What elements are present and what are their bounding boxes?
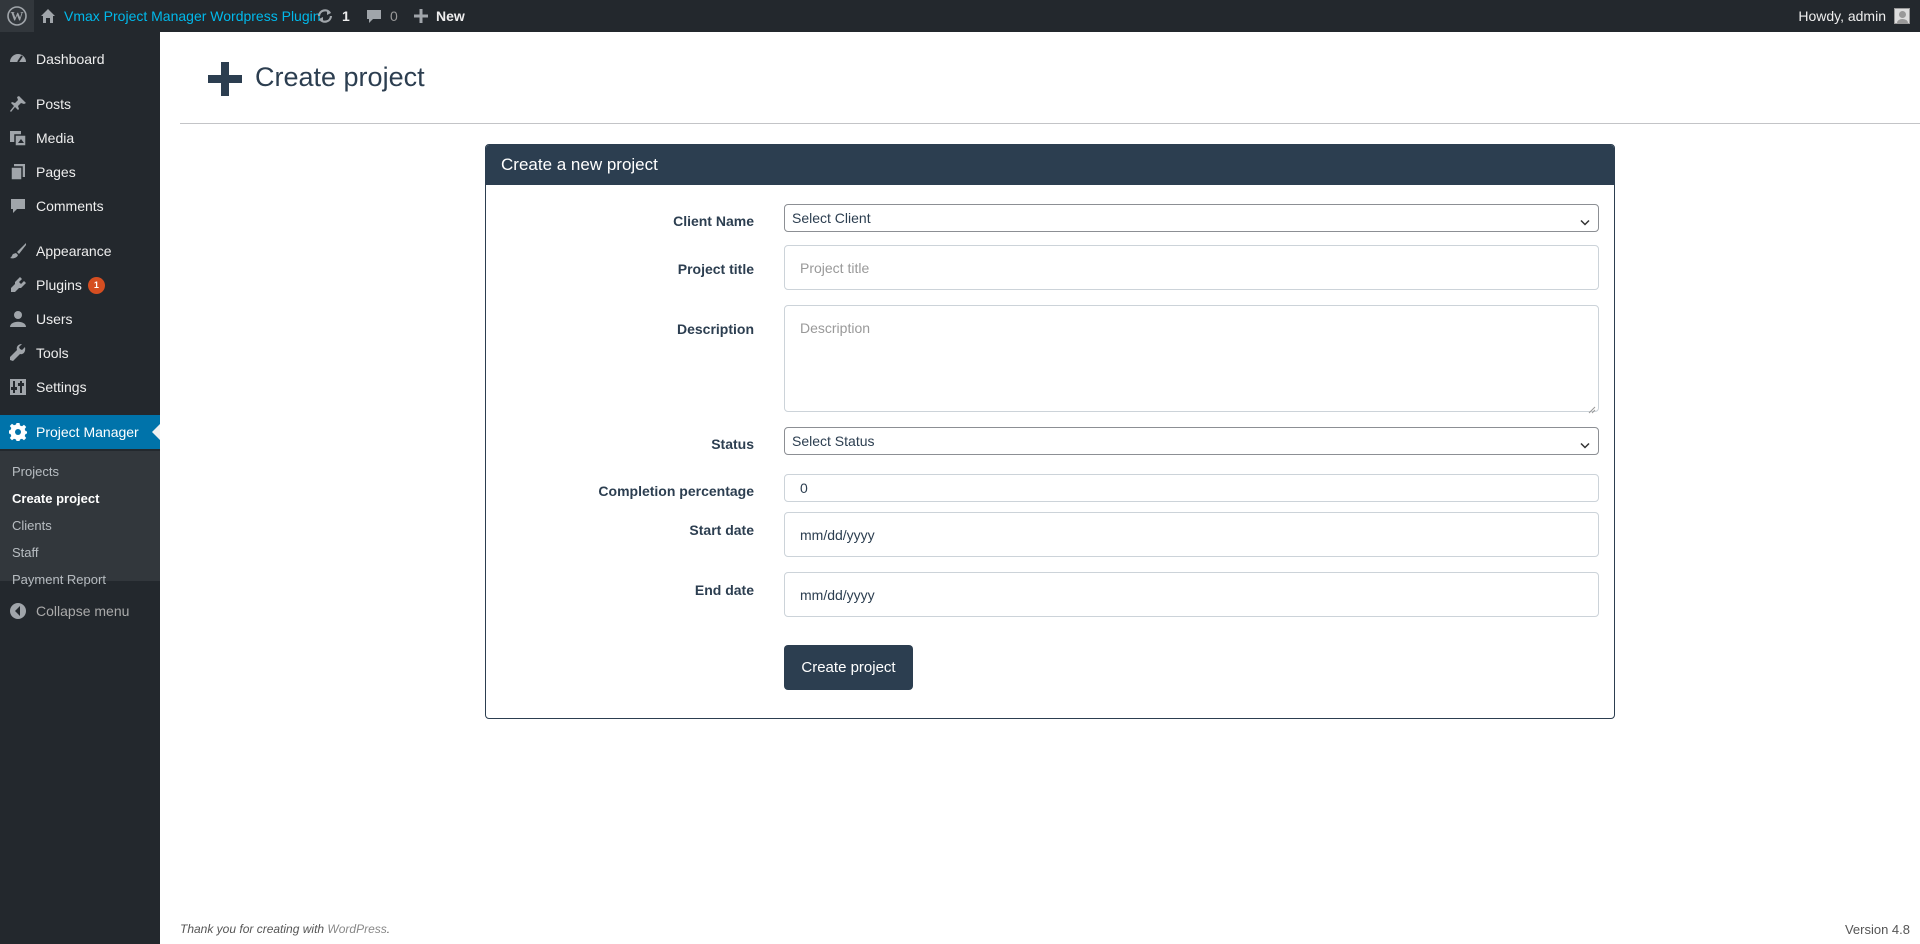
collapse-menu-button[interactable]: Collapse menu [0,594,160,628]
page-header: Create project [180,32,1920,124]
end-date-input[interactable]: mm/dd/yyyy [784,572,1599,617]
footer-thanks-prefix: Thank you for creating with [180,922,328,936]
sidebar-item-tools[interactable]: Tools [0,336,160,370]
resize-handle-icon[interactable] [1588,401,1596,414]
footer-thanks-suffix: . [386,922,391,936]
submenu-item-payment-report[interactable]: Payment Report [0,566,160,593]
brush-icon [8,241,28,261]
status-label: Status [711,436,754,452]
pages-icon [8,162,28,182]
page-title: Create project [255,62,425,92]
settings-icon [8,377,28,397]
sidebar-item-label: Comments [36,198,104,214]
plug-icon [8,275,28,295]
chevron-down-icon [1580,437,1590,453]
start-date-input[interactable]: mm/dd/yyyy [784,512,1599,557]
sidebar-item-posts[interactable]: Posts [0,87,160,121]
version-label: Version 4.8 [1844,922,1910,937]
sidebar-item-plugins[interactable]: Plugins 1 [0,268,160,302]
client-select-value: Select Client [792,210,871,226]
submenu-item-create-project[interactable]: Create project [0,485,160,512]
howdy-label: Howdy, admin [1798,8,1886,24]
wordpress-logo-icon[interactable]: W [0,0,34,32]
sidebar-item-label: Project Manager [36,424,139,440]
updates-count: 1 [342,8,350,24]
home-icon [40,8,56,24]
my-account-link[interactable]: Howdy, admin [1798,0,1910,32]
wrench-icon [8,343,28,363]
completion-percentage-value: 0 [800,480,808,496]
project-manager-submenu: Projects Create project Clients Staff Pa… [0,451,160,587]
sidebar-item-label: Tools [36,345,69,361]
sidebar-item-label: Pages [36,164,76,180]
sidebar-item-comments[interactable]: Comments [0,189,160,223]
main-content: Create project Create a new project Clie… [160,32,1920,944]
user-icon [8,309,28,329]
admin-bar: W Vmax Project Manager Wordpress Plugin … [0,0,1920,32]
status-select[interactable]: Select Status [784,427,1599,455]
completion-percentage-input[interactable]: 0 [784,474,1599,502]
plus-icon [414,9,428,23]
submenu-item-staff[interactable]: Staff [0,539,160,566]
status-select-value: Select Status [792,433,875,449]
submenu-item-projects[interactable]: Projects [0,458,160,485]
client-select[interactable]: Select Client [784,204,1599,232]
sidebar-item-label: Settings [36,379,87,395]
sidebar-item-label: Plugins [36,277,82,293]
sidebar-item-dashboard[interactable]: Dashboard [0,42,160,76]
project-title-placeholder: Project title [800,259,870,276]
collapse-arrow-icon [8,601,28,621]
sidebar-item-label: Appearance [36,243,112,259]
project-title-label: Project title [677,261,754,277]
comments-link[interactable]: 0 [366,0,398,32]
sidebar-item-media[interactable]: Media [0,121,160,155]
start-date-label: Start date [689,522,754,538]
client-name-label: Client Name [673,213,754,229]
sidebar-item-pages[interactable]: Pages [0,155,160,189]
sidebar-item-label: Dashboard [36,51,105,67]
update-count-badge: 1 [87,276,105,294]
sidebar-item-project-manager[interactable]: Project Manager [0,415,160,449]
description-label: Description [676,321,754,337]
site-name-label: Vmax Project Manager Wordpress Plugin [64,8,321,24]
comment-icon [8,196,28,216]
description-textarea[interactable]: Description [784,305,1599,414]
plus-icon [208,62,242,96]
create-project-panel: Create a new project Client Name Select … [485,144,1615,719]
sidebar-item-label: Media [36,130,75,146]
start-date-value: mm/dd/yyyy [800,526,875,543]
comment-bubble-icon [366,8,382,24]
completion-percentage-label: Completion percentage [598,483,754,499]
sidebar-item-label: Posts [36,96,72,112]
project-title-input[interactable]: Project title [784,245,1599,290]
footer-thanks: Thank you for creating with WordPress. [180,922,390,936]
updates-link[interactable]: 1 [316,0,350,32]
new-label: New [436,8,465,24]
sidebar-item-appearance[interactable]: Appearance [0,234,160,268]
sidebar-item-users[interactable]: Users [0,302,160,336]
sidebar-item-settings[interactable]: Settings [0,370,160,404]
wordpress-link[interactable]: WordPress [327,922,386,936]
description-placeholder: Description [800,320,871,336]
refresh-icon [316,7,334,25]
media-icon [8,128,28,148]
avatar [1894,8,1910,24]
new-content-link[interactable]: New [414,0,465,32]
sidebar-item-label: Users [36,311,73,327]
create-project-button[interactable]: Create project [784,645,913,690]
panel-title: Create a new project [486,145,1614,185]
pin-icon [8,94,28,114]
end-date-value: mm/dd/yyyy [800,586,875,603]
site-name-link[interactable]: Vmax Project Manager Wordpress Plugin [40,0,321,32]
dashboard-icon [8,49,28,69]
admin-sidebar: Dashboard Posts Media Pages Comments App… [0,32,160,944]
gear-icon [8,422,28,442]
end-date-label: End date [694,582,754,598]
submenu-item-clients[interactable]: Clients [0,512,160,539]
svg-text:W: W [11,9,24,24]
chevron-down-icon [1580,214,1590,230]
collapse-menu-label: Collapse menu [36,603,130,619]
comments-count: 0 [390,8,398,24]
